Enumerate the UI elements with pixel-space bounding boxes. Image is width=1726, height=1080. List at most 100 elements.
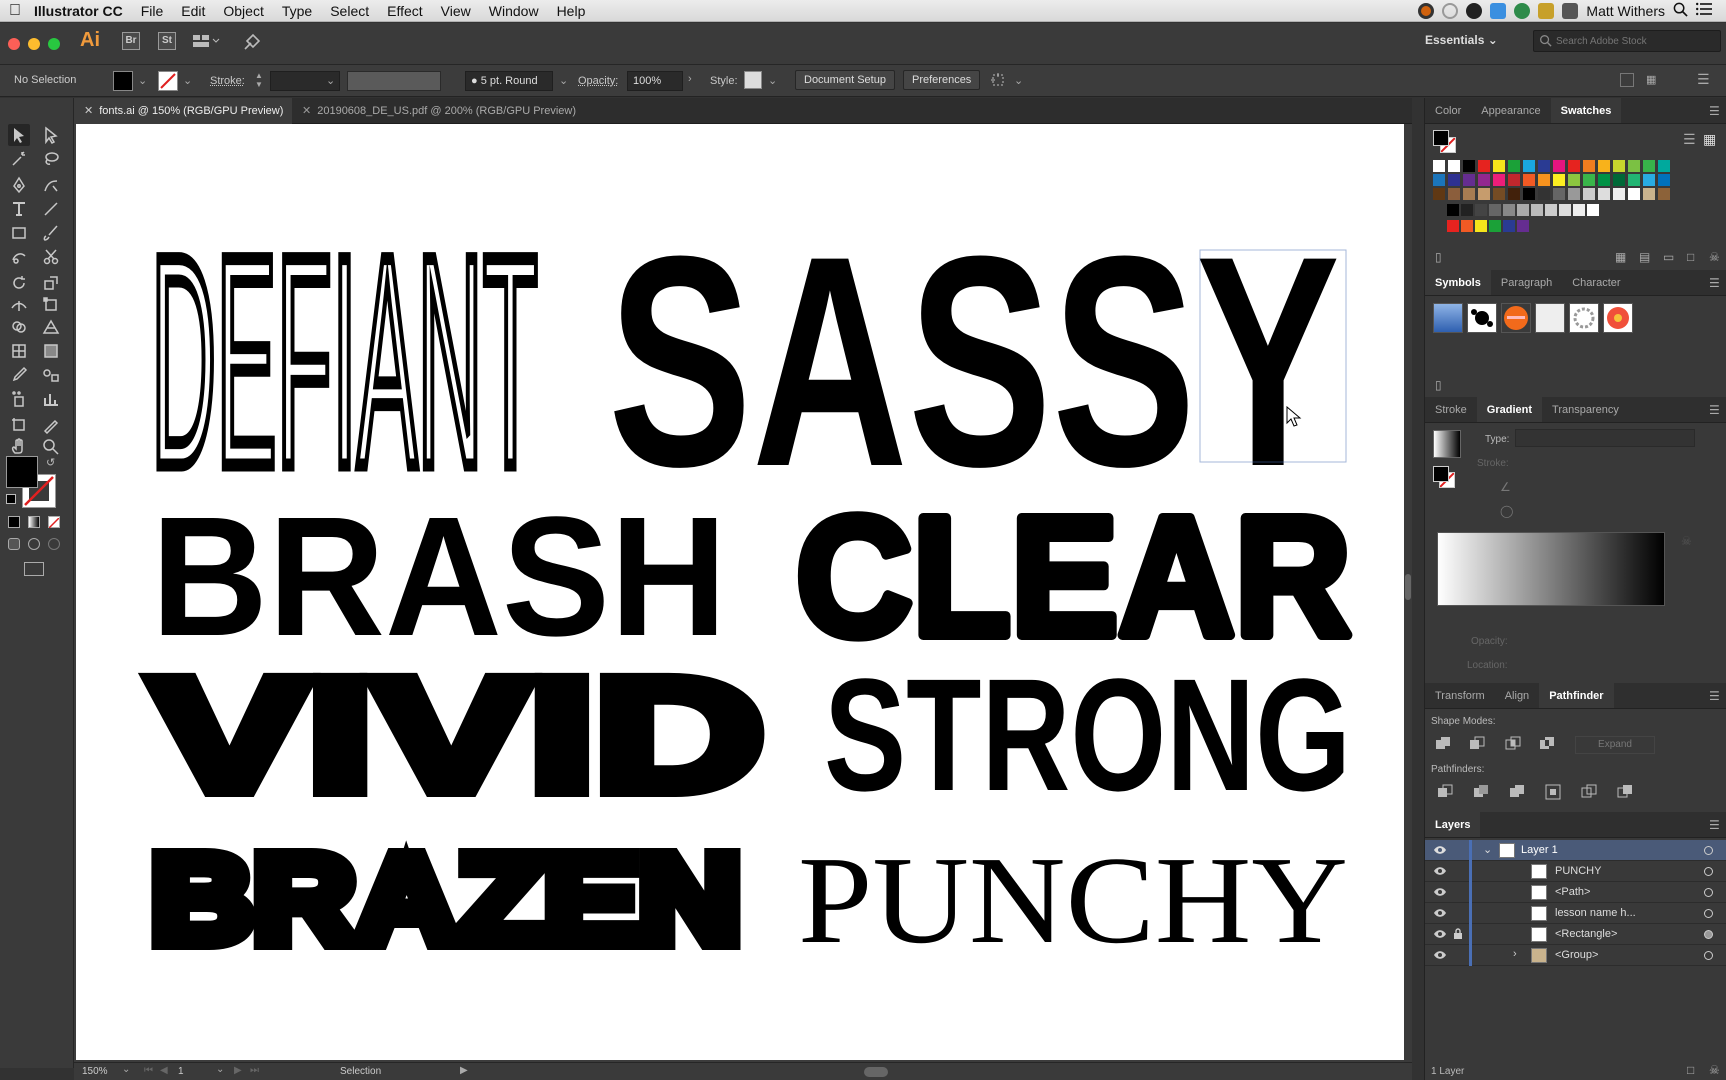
visibility-eye-icon[interactable] xyxy=(1433,949,1447,961)
rotate-tool[interactable] xyxy=(8,272,30,294)
visibility-eye-icon[interactable] xyxy=(1433,928,1447,940)
artwork-words[interactable]: DEFIANT SASSY BRASH CLEAR VIVID STRONG B… xyxy=(76,124,1404,1060)
shield-icon[interactable] xyxy=(1538,2,1555,19)
color-swatch[interactable] xyxy=(1493,188,1505,200)
close-tab-icon[interactable]: ✕ xyxy=(84,105,93,117)
stroke-weight-dropdown-icon[interactable]: ⌄ xyxy=(326,74,335,87)
next-artboard-icon[interactable]: ▶ xyxy=(234,1065,242,1076)
magic-wand-tool[interactable] xyxy=(8,148,30,170)
color-swatch[interactable] xyxy=(1433,174,1445,186)
arrange-documents-icon[interactable] xyxy=(192,33,220,52)
panel-menu-icon[interactable]: ☰ xyxy=(1709,104,1720,118)
new-swatch-icon[interactable]: □ xyxy=(1687,250,1694,264)
default-fill-stroke-icon[interactable] xyxy=(6,494,16,504)
layer-row-lesson-name[interactable]: lesson name h... xyxy=(1425,903,1726,924)
tab-color[interactable]: Color xyxy=(1425,98,1471,123)
swatch-libraries-icon[interactable]: ▯ xyxy=(1435,250,1442,264)
word-punchy[interactable]: PUNCHY xyxy=(798,832,1348,970)
color-swatch[interactable] xyxy=(1478,160,1490,172)
new-layer-icon[interactable]: □ xyxy=(1687,1063,1694,1077)
layer-target-icon[interactable] xyxy=(1704,951,1713,960)
grid-view-icon[interactable]: ▦ xyxy=(1703,131,1716,148)
symbol-orange-circle[interactable] xyxy=(1501,303,1531,333)
layer-row-rectangle[interactable]: <Rectangle> xyxy=(1425,924,1726,945)
word-strong[interactable]: STRONG xyxy=(824,645,1351,824)
color-swatch[interactable] xyxy=(1583,188,1595,200)
color-group-swatch[interactable] xyxy=(1447,220,1459,232)
menu-object[interactable]: Object xyxy=(214,3,272,19)
color-swatch[interactable] xyxy=(1598,174,1610,186)
fill-dropdown-chevron-icon[interactable]: ⌄ xyxy=(138,74,147,87)
menu-select[interactable]: Select xyxy=(321,3,378,19)
opacity-field[interactable]: 100% xyxy=(627,71,683,91)
distribute-icon[interactable]: ▦ xyxy=(1646,73,1656,86)
grayscale-swatch[interactable] xyxy=(1461,204,1473,216)
gradient-fill-indicator[interactable] xyxy=(1433,466,1449,482)
word-clear[interactable]: CLEAR xyxy=(791,477,1356,677)
tab-transform[interactable]: Transform xyxy=(1425,683,1495,708)
trim-button[interactable] xyxy=(1473,784,1489,803)
color-swatch[interactable] xyxy=(1568,174,1580,186)
status-menu-arrow-icon[interactable]: ▶ xyxy=(460,1065,468,1076)
gradient-thumbnail[interactable] xyxy=(1433,430,1461,458)
menu-window[interactable]: Window xyxy=(480,3,548,19)
visibility-eye-icon[interactable] xyxy=(1433,865,1447,877)
zoom-window-button[interactable] xyxy=(48,38,60,50)
expand-button[interactable]: Expand xyxy=(1575,736,1655,754)
search-input[interactable] xyxy=(1556,33,1716,49)
color-swatch[interactable] xyxy=(1463,188,1475,200)
color-swatch[interactable] xyxy=(1523,174,1535,186)
color-swatch[interactable] xyxy=(1493,174,1505,186)
gradient-mode-button[interactable] xyxy=(28,516,40,528)
minus-front-button[interactable] xyxy=(1469,736,1485,755)
tab-layers[interactable]: Layers xyxy=(1425,812,1481,837)
record-icon[interactable] xyxy=(1418,2,1435,19)
stroke-label[interactable]: Stroke: xyxy=(210,75,245,87)
artboard-tool[interactable] xyxy=(8,414,30,436)
gpu-performance-icon[interactable] xyxy=(243,33,261,54)
swatch-options-icon[interactable]: ▤ xyxy=(1639,250,1650,264)
horizontal-scroll-thumb[interactable] xyxy=(864,1067,888,1077)
symbol-libraries-icon[interactable]: ▯ xyxy=(1435,378,1442,392)
expand-group-chevron-icon[interactable]: › xyxy=(1513,948,1517,960)
delete-stop-icon[interactable]: ☠ xyxy=(1681,534,1692,548)
color-group-swatch[interactable] xyxy=(1503,220,1515,232)
color-swatch[interactable] xyxy=(1613,160,1625,172)
color-swatch[interactable] xyxy=(1658,160,1670,172)
perspective-grid-tool[interactable] xyxy=(40,316,62,338)
control-bar-menu-icon[interactable]: ☰ xyxy=(1697,71,1710,88)
draw-normal-icon[interactable] xyxy=(8,538,20,550)
sync-icon[interactable] xyxy=(1442,2,1459,19)
opacity-label[interactable]: Opacity: xyxy=(578,75,618,87)
stroke-color-swatch[interactable] xyxy=(158,71,178,91)
symbol-flower[interactable] xyxy=(1603,303,1633,333)
creative-cloud-icon[interactable] xyxy=(1466,2,1483,19)
gradient-type-select[interactable] xyxy=(1515,429,1695,447)
color-swatch[interactable] xyxy=(1568,160,1580,172)
screen-mode-icon[interactable] xyxy=(24,562,44,576)
layer-target-icon[interactable] xyxy=(1704,846,1713,855)
finder-icon[interactable] xyxy=(1490,2,1507,19)
bridge-button[interactable]: Br xyxy=(122,32,140,50)
selection-tool[interactable] xyxy=(8,124,30,146)
tab-character[interactable]: Character xyxy=(1562,270,1630,295)
stroke-weight-stepper[interactable]: ▲ ▼ xyxy=(253,71,265,91)
menu-help[interactable]: Help xyxy=(548,3,595,19)
color-swatch[interactable] xyxy=(1538,174,1550,186)
layer-target-icon[interactable] xyxy=(1704,909,1713,918)
layer-row-layer-1[interactable]: ⌄ Layer 1 xyxy=(1425,840,1726,861)
word-defiant[interactable]: DEFIANT xyxy=(145,187,545,536)
outline-button[interactable] xyxy=(1581,784,1597,803)
artboard-number[interactable]: 1 xyxy=(178,1066,184,1077)
color-swatch[interactable] xyxy=(1463,174,1475,186)
artboard-dropdown-icon[interactable]: ⌄ xyxy=(216,1064,224,1075)
fill-swatch-large[interactable] xyxy=(6,456,38,488)
grayscale-swatch[interactable] xyxy=(1545,204,1557,216)
tab-swatches[interactable]: Swatches xyxy=(1550,98,1622,123)
collapse-layer-chevron-icon[interactable]: ⌄ xyxy=(1483,843,1492,856)
color-swatch[interactable] xyxy=(1433,188,1445,200)
color-mode-button[interactable] xyxy=(8,516,20,528)
word-vivid[interactable]: VIVID xyxy=(144,638,771,831)
tab-fonts-ai[interactable]: ✕ fonts.ai @ 150% (RGB/GPU Preview) xyxy=(74,98,292,124)
blend-tool[interactable] xyxy=(40,364,62,386)
